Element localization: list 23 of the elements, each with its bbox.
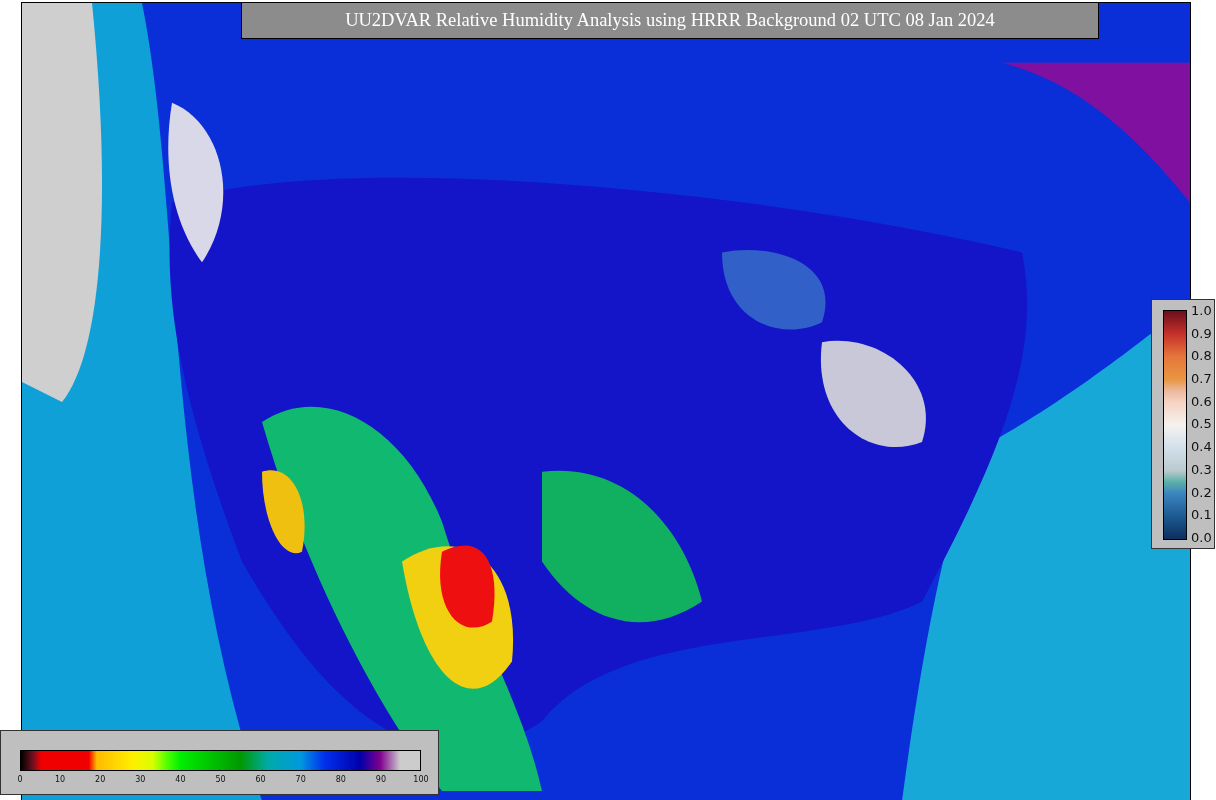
tick-label: 20 (95, 775, 106, 784)
tick-label: 1.0 (1191, 304, 1212, 317)
tick-label: 0.8 (1191, 349, 1212, 363)
tick-label: 60 (255, 775, 266, 784)
tick-label: 0 (17, 775, 23, 784)
tick-label: 0.7 (1191, 372, 1212, 386)
tick-label: 0.1 (1191, 508, 1212, 522)
tick-label: 0.9 (1191, 326, 1212, 340)
tick-label: 0.4 (1191, 440, 1212, 454)
tick-label: 50 (215, 775, 226, 784)
chart-title: UU2DVAR Relative Humidity Analysis using HRRR Background 02 UTC 08 Jan 2024 (241, 3, 1099, 39)
tick-label: 0.6 (1191, 394, 1212, 408)
tick-label: 40 (175, 775, 186, 784)
tick-label: 0.5 (1191, 417, 1212, 431)
tick-label: 0.2 (1191, 485, 1212, 499)
tick-label: 0.0 (1191, 530, 1212, 544)
tick-label: 0.3 (1191, 462, 1212, 476)
tick-label: 80 (335, 775, 346, 784)
tick-label: 90 (375, 775, 386, 784)
tick-label: 30 (135, 775, 146, 784)
tick-label: 10 (55, 775, 66, 784)
tick-label: 70 (295, 775, 306, 784)
tick-label: 100 (413, 775, 429, 784)
